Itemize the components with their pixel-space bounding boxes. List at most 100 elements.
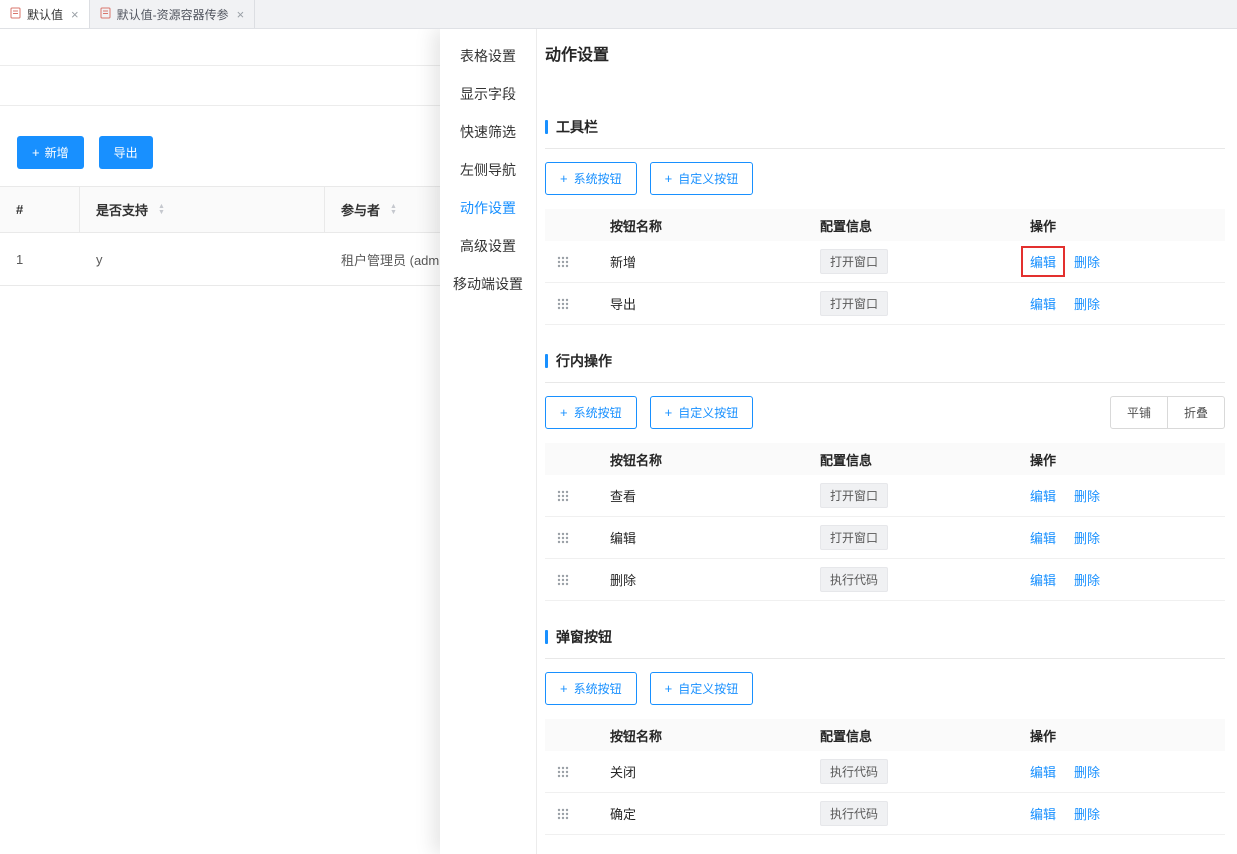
button-name: 新增 [610, 252, 820, 271]
add-custom-button[interactable]: + 自定义按钮 [650, 396, 754, 429]
add-system-button[interactable]: + 系统按钮 [545, 162, 637, 195]
collapse-toggle-button[interactable]: 折叠 [1167, 396, 1225, 429]
table-row: 删除 执行代码 编辑 删除 [545, 559, 1225, 601]
plus-icon: + [665, 172, 673, 185]
close-icon[interactable]: × [71, 8, 79, 21]
section-title: 弹窗按钮 [556, 627, 612, 647]
add-button[interactable]: + 新增 [17, 136, 84, 169]
delete-link[interactable]: 删除 [1074, 762, 1100, 781]
delete-link[interactable]: 删除 [1074, 528, 1100, 547]
export-button-label: 导出 [114, 144, 138, 161]
close-icon[interactable]: × [237, 8, 245, 21]
sort-icons[interactable]: ▲ ▼ [158, 204, 165, 216]
sort-descending-icon[interactable]: ▼ [390, 210, 397, 216]
actions-cell: 编辑 删除 [1030, 246, 1225, 277]
config-tag: 打开窗口 [820, 249, 888, 274]
system-button-label: 系统按钮 [574, 170, 622, 187]
drag-handle-icon[interactable] [545, 766, 610, 778]
tile-toggle-button[interactable]: 平铺 [1110, 396, 1168, 429]
config-table-header: 按钮名称 配置信息 操作 [545, 719, 1225, 751]
column-header-support[interactable]: 是否支持 ▲ ▼ [80, 187, 325, 232]
table-row: 导出 打开窗口 编辑 删除 [545, 283, 1225, 325]
config-cell: 执行代码 [820, 567, 1030, 592]
table-row: 编辑 打开窗口 编辑 删除 [545, 517, 1225, 559]
nav-item-left-navigation[interactable]: 左侧导航 [440, 151, 536, 189]
section-accent-bar [545, 630, 548, 644]
delete-link[interactable]: 删除 [1074, 252, 1100, 271]
settings-drawer: 表格设置 显示字段 快速筛选 左侧导航 动作设置 高级设置 移动端设置 动作设置… [440, 29, 1237, 854]
button-name: 删除 [610, 570, 820, 589]
plus-icon: + [665, 406, 673, 419]
delete-link[interactable]: 删除 [1074, 570, 1100, 589]
drag-handle-icon[interactable] [545, 298, 610, 310]
export-button[interactable]: 导出 [99, 136, 153, 169]
tab-default-value[interactable]: 默认值 × [0, 0, 90, 28]
column-header-actions: 操作 [1030, 450, 1225, 469]
edit-link[interactable]: 编辑 [1030, 252, 1056, 271]
plus-icon: + [665, 682, 673, 695]
drag-handle-icon[interactable] [545, 256, 610, 268]
add-custom-button[interactable]: + 自定义按钮 [650, 162, 754, 195]
plus-icon: + [560, 406, 568, 419]
tab-label: 默认值-资源容器传参 [117, 6, 229, 23]
section-title: 行内操作 [556, 351, 612, 371]
config-table: 按钮名称 配置信息 操作 关闭 执行代码 编辑 删除 [545, 719, 1225, 835]
nav-item-table-settings[interactable]: 表格设置 [440, 37, 536, 75]
edit-link[interactable]: 编辑 [1030, 570, 1056, 589]
drawer-content: 动作设置 工具栏 + 系统按钮 + 自定义按钮 [537, 29, 1237, 854]
column-header-label: 是否支持 [96, 200, 148, 219]
actions-cell: 编辑 删除 [1030, 486, 1225, 505]
add-custom-button[interactable]: + 自定义按钮 [650, 672, 754, 705]
drag-handle-icon[interactable] [545, 490, 610, 502]
column-header-actions: 操作 [1030, 726, 1225, 745]
section-header: 工具栏 [545, 117, 1225, 137]
divider [545, 382, 1225, 383]
nav-item-action-settings[interactable]: 动作设置 [440, 189, 536, 227]
sort-icons[interactable]: ▲ ▼ [390, 204, 397, 216]
edit-link[interactable]: 编辑 [1030, 486, 1056, 505]
config-tag: 打开窗口 [820, 291, 888, 316]
edit-link[interactable]: 编辑 [1030, 528, 1056, 547]
delete-link[interactable]: 删除 [1074, 804, 1100, 823]
custom-button-label: 自定义按钮 [678, 680, 738, 697]
section-header: 弹窗按钮 [545, 627, 1225, 647]
custom-button-label: 自定义按钮 [678, 404, 738, 421]
config-tag: 执行代码 [820, 759, 888, 784]
column-header-index: # [0, 187, 80, 232]
divider [545, 658, 1225, 659]
drawer-nav: 表格设置 显示字段 快速筛选 左侧导航 动作设置 高级设置 移动端设置 [440, 29, 537, 854]
delete-link[interactable]: 删除 [1074, 294, 1100, 313]
section-dialog-buttons: 弹窗按钮 + 系统按钮 + 自定义按钮 按钮名称 [545, 627, 1225, 835]
drag-handle-icon[interactable] [545, 808, 610, 820]
config-tag: 执行代码 [820, 567, 888, 592]
config-cell: 打开窗口 [820, 249, 1030, 274]
config-tag: 打开窗口 [820, 525, 888, 550]
document-icon [10, 7, 21, 22]
delete-link[interactable]: 删除 [1074, 486, 1100, 505]
config-cell: 打开窗口 [820, 525, 1030, 550]
nav-item-display-fields[interactable]: 显示字段 [440, 75, 536, 113]
config-table: 按钮名称 配置信息 操作 新增 打开窗口 编辑 [545, 209, 1225, 325]
sort-descending-icon[interactable]: ▼ [158, 210, 165, 216]
drag-handle-icon[interactable] [545, 532, 610, 544]
layout-toggle-group: 平铺 折叠 [1110, 396, 1225, 429]
edit-link[interactable]: 编辑 [1030, 762, 1056, 781]
add-system-button[interactable]: + 系统按钮 [545, 396, 637, 429]
add-system-button[interactable]: + 系统按钮 [545, 672, 637, 705]
actions-cell: 编辑 删除 [1030, 528, 1225, 547]
section-toolbar: 工具栏 + 系统按钮 + 自定义按钮 按钮名称 [545, 117, 1225, 325]
config-cell: 打开窗口 [820, 291, 1030, 316]
config-cell: 执行代码 [820, 801, 1030, 826]
edit-link[interactable]: 编辑 [1030, 804, 1056, 823]
edit-link[interactable]: 编辑 [1030, 294, 1056, 313]
nav-item-mobile-settings[interactable]: 移动端设置 [440, 265, 536, 303]
tab-default-value-resource-params[interactable]: 默认值-资源容器传参 × [90, 0, 256, 28]
column-header-button-name: 按钮名称 [610, 216, 820, 235]
drag-handle-icon[interactable] [545, 574, 610, 586]
button-name: 编辑 [610, 528, 820, 547]
section-button-row: + 系统按钮 + 自定义按钮 [545, 672, 1225, 705]
button-name: 查看 [610, 486, 820, 505]
column-header-button-name: 按钮名称 [610, 726, 820, 745]
nav-item-quick-filter[interactable]: 快速筛选 [440, 113, 536, 151]
nav-item-advanced-settings[interactable]: 高级设置 [440, 227, 536, 265]
